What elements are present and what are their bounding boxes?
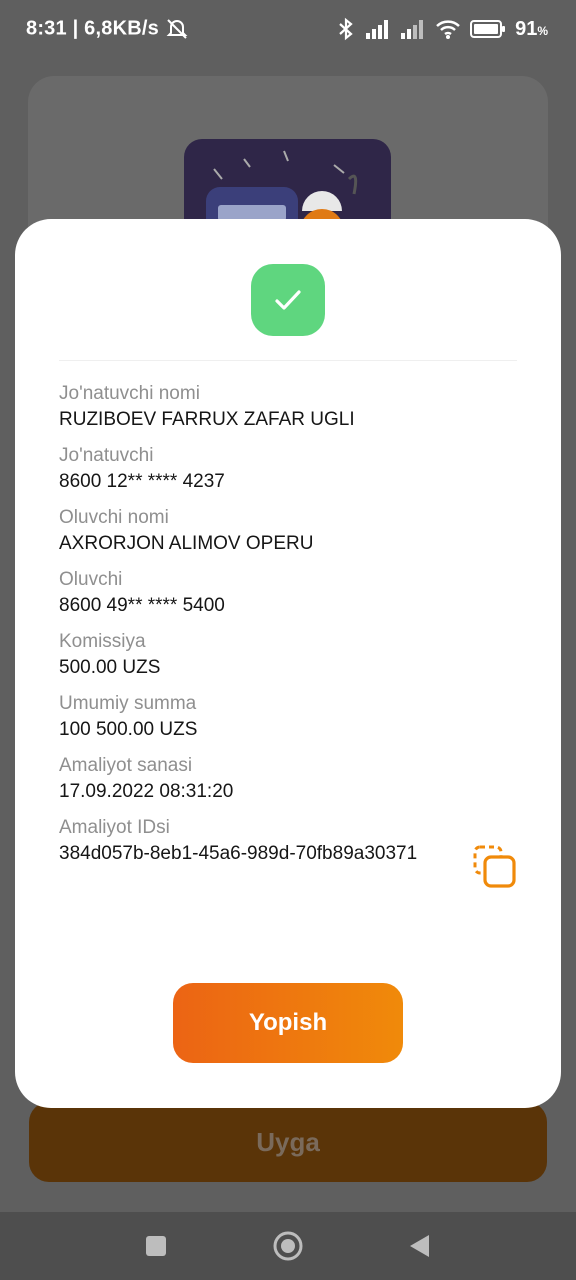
- field-label: Oluvchi nomi: [59, 507, 169, 528]
- field-value: 8600 12** **** 4237: [59, 471, 225, 492]
- square-icon: [146, 1236, 166, 1256]
- status-bar: 8:31 | 6,8KB/s 91%: [0, 0, 576, 58]
- battery-percent: 91: [515, 17, 538, 40]
- field-value: AXRORJON ALIMOV OPERU: [59, 533, 314, 554]
- battery-icon: [470, 20, 506, 38]
- field-label: Jo'natuvchi nomi: [59, 383, 200, 404]
- field-value: 17.09.2022 08:31:20: [59, 781, 234, 802]
- field-label: Komissiya: [59, 631, 146, 652]
- field-label: Umumiy summa: [59, 693, 197, 714]
- checkmark-icon: [275, 290, 301, 310]
- receiver-card-field: Oluvchi 8600 49** **** 5400: [59, 568, 519, 630]
- transaction-date-field: Amaliyot sanasi 17.09.2022 08:31:20: [59, 754, 519, 816]
- field-label: Oluvchi: [59, 569, 123, 590]
- back-button[interactable]: [399, 1226, 439, 1266]
- wifi-icon: [436, 20, 460, 39]
- success-badge: [251, 264, 325, 336]
- home-nav-button[interactable]: [268, 1226, 308, 1266]
- battery-unit: %: [537, 23, 548, 38]
- network-speed: 6,8KB/s: [84, 17, 159, 40]
- receiver-name-field: Oluvchi nomi AXRORJON ALIMOV OPERU: [59, 506, 519, 568]
- divider: [59, 360, 517, 361]
- field-value: RUZIBOEV FARRUX ZAFAR UGLI: [59, 409, 355, 430]
- transaction-receipt-modal: Jo'natuvchi nomi RUZIBOEV FARRUX ZAFAR U…: [15, 219, 561, 1108]
- home-button[interactable]: Uyga: [29, 1102, 547, 1182]
- commission-field: Komissiya 500.00 UZS: [59, 630, 519, 692]
- transaction-id-value: 384d057b-8eb1-45a6-989d-70fb89a30371: [59, 843, 418, 864]
- field-value: 8600 49** **** 5400: [59, 595, 225, 616]
- sender-name-field: Jo'natuvchi nomi RUZIBOEV FARRUX ZAFAR U…: [59, 382, 519, 444]
- field-label: Amaliyot IDsi: [59, 817, 170, 838]
- circle-icon: [273, 1231, 303, 1261]
- recent-apps-button[interactable]: [136, 1226, 176, 1266]
- transaction-details: Jo'natuvchi nomi RUZIBOEV FARRUX ZAFAR U…: [59, 382, 519, 878]
- field-label: Jo'natuvchi: [59, 445, 154, 466]
- signal-icon-sim1: [366, 20, 389, 39]
- copy-icon[interactable]: [471, 843, 519, 891]
- bluetooth-icon: [339, 17, 353, 41]
- status-separator: |: [72, 17, 79, 40]
- navigation-bar: [0, 1212, 576, 1280]
- close-button[interactable]: Yopish: [173, 983, 403, 1063]
- transaction-id-field: Amaliyot IDsi 384d057b-8eb1-45a6-989d-70…: [59, 816, 519, 878]
- triangle-back-icon: [410, 1235, 429, 1257]
- signal-icon-sim2: [401, 20, 424, 39]
- sender-card-field: Jo'natuvchi 8600 12** **** 4237: [59, 444, 519, 506]
- total-amount-field: Umumiy summa 100 500.00 UZS: [59, 692, 519, 754]
- field-value: 100 500.00 UZS: [59, 719, 198, 740]
- status-right: 91%: [336, 15, 548, 43]
- battery-level: 91%: [515, 18, 548, 41]
- field-value: 500.00 UZS: [59, 657, 161, 678]
- status-time: 8:31: [26, 17, 67, 40]
- field-label: Amaliyot sanasi: [59, 755, 193, 776]
- mute-alarm-icon: [166, 19, 188, 39]
- status-left: 8:31 | 6,8KB/s: [26, 17, 189, 41]
